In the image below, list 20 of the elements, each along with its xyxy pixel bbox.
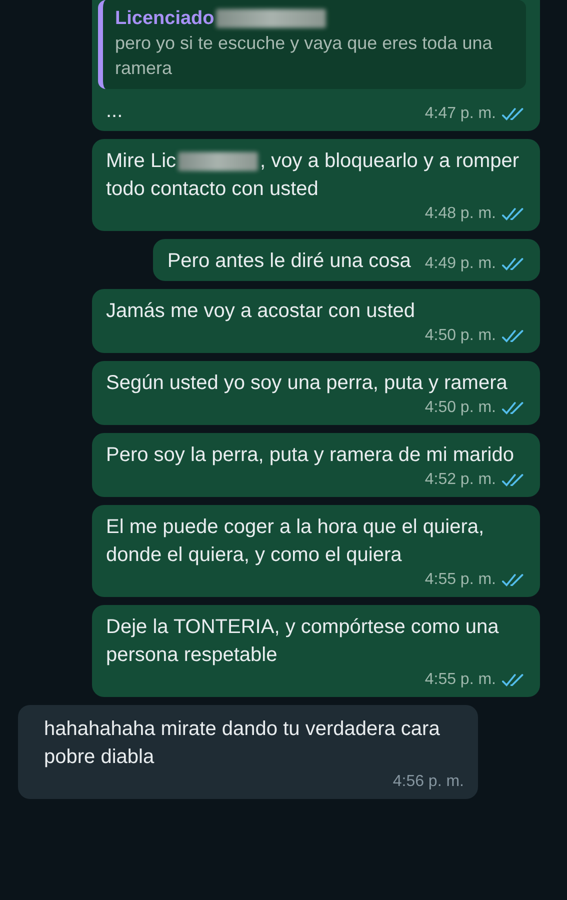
message-time: 4:55 p. m. — [424, 570, 496, 590]
message-time: 4:48 p. m. — [424, 204, 496, 224]
message-text: Pero antes le diré una cosa — [167, 249, 411, 274]
message-text: El me puede coger a la hora que el quiera, donde el quiera, y como el quiera — [106, 515, 486, 568]
message-text: Mire Lic , voy a bloquearlo y a romper todo contacto con usted — [106, 149, 520, 202]
message-text: Según usted yo soy una perra, puta y ramera — [106, 371, 508, 396]
message-text: hahahahaha mirate dando tu verdadera cara pobre diabla — [44, 717, 441, 770]
quoted-author: Licenciado — [115, 7, 214, 31]
message-time: 4:50 p. m. — [424, 398, 496, 418]
message-time: 4:47 p. m. — [424, 104, 496, 124]
message-time: 4:50 p. m. — [424, 326, 496, 346]
message-time: 4:55 p. m. — [424, 670, 496, 690]
message-time: 4:52 p. m. — [424, 470, 496, 490]
quoted-text: pero yo si te escuche y vaya que eres toda una ramera — [115, 32, 494, 80]
message-text: Pero soy la perra, puta y ramera de mi marido — [106, 443, 514, 468]
message-text: Jamás me voy a acostar con usted — [106, 299, 416, 324]
message-text: ... — [106, 99, 123, 124]
message-time: 4:49 p. m. — [424, 254, 496, 274]
message-text: Deje la TONTERIA, y compórtese como una persona respetable — [106, 615, 500, 668]
message-time: 4:56 p. m. — [392, 772, 464, 792]
